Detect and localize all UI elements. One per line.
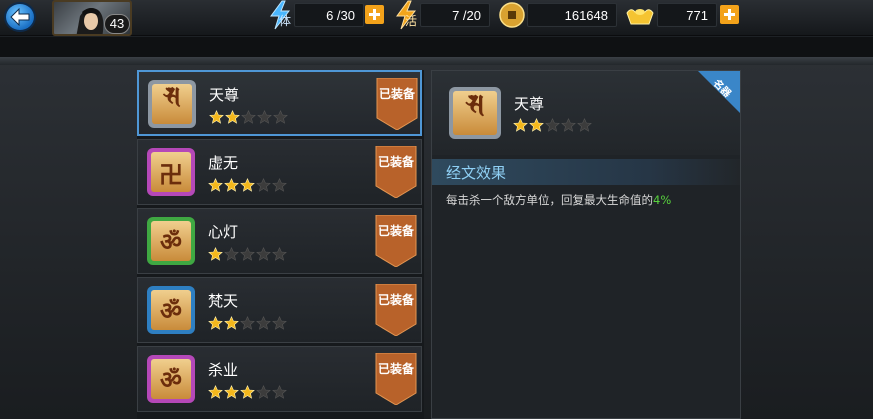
scripture-icon: ॐ <box>147 286 195 334</box>
equipped-ribbon: 已装备 <box>374 352 418 406</box>
star-filled-icon <box>208 178 223 192</box>
star-filled-icon <box>209 110 224 124</box>
star-empty-icon <box>256 178 271 192</box>
list-item[interactable]: 卍虚无 已装备 <box>137 139 422 205</box>
scripture-detail-panel: 𑖭 天尊 名器 经文效果 每击杀一个敌方单位，回复最大生命值的4% <box>431 70 741 419</box>
star-empty-icon <box>272 247 287 261</box>
plus-icon <box>724 9 735 20</box>
back-button[interactable] <box>4 2 36 32</box>
energy-value: 7 /20 <box>420 3 490 27</box>
scripture-glyph-icon: 𑖭 <box>152 81 192 124</box>
star-filled-icon <box>240 178 255 192</box>
stamina-label: 体 <box>279 14 292 28</box>
plus-icon <box>369 9 380 20</box>
item-name: 杀业 <box>208 361 239 379</box>
detail-star-rating <box>513 118 592 132</box>
star-rating <box>208 316 287 330</box>
scripture-glyph-icon: 卍 <box>151 152 191 192</box>
header-divider <box>0 37 873 57</box>
star-filled-icon <box>224 178 239 192</box>
gold-add-button[interactable] <box>720 5 739 24</box>
item-name: 虚无 <box>208 154 239 172</box>
equipped-ribbon: 已装备 <box>375 77 419 131</box>
coin-icon <box>499 2 525 28</box>
star-empty-icon <box>272 178 287 192</box>
scripture-glyph-icon: 𑖭 <box>453 90 497 135</box>
star-empty-icon <box>240 247 255 261</box>
equipped-ribbon: 已装备 <box>374 145 418 199</box>
detail-header: 𑖭 天尊 <box>432 71 740 155</box>
equipped-label: 已装备 <box>377 224 414 238</box>
item-name: 天尊 <box>209 86 240 104</box>
star-empty-icon <box>273 110 288 124</box>
detail-name: 天尊 <box>514 95 545 113</box>
scripture-glyph-icon: ॐ <box>151 359 191 399</box>
equipped-label: 已装备 <box>377 155 414 169</box>
stamina-text: 6 /30 <box>326 7 355 23</box>
star-filled-icon <box>208 247 223 261</box>
detail-scripture-icon: 𑖭 <box>449 87 501 139</box>
equipped-label: 已装备 <box>377 362 414 376</box>
stamina-value: 6 /30 <box>294 3 364 27</box>
effect-text: 每击杀一个敌方单位，回复最大生命值的 <box>446 193 653 207</box>
star-filled-icon <box>224 316 239 330</box>
scripture-icon: 卍 <box>147 148 195 196</box>
star-rating <box>208 247 287 261</box>
scripture-icon: ॐ <box>147 355 195 403</box>
star-empty-icon <box>256 316 271 330</box>
star-filled-icon <box>208 385 223 399</box>
scripture-icon: ॐ <box>147 217 195 265</box>
star-empty-icon <box>256 247 271 261</box>
gold-ingot-icon <box>626 9 654 25</box>
star-rating <box>208 385 287 399</box>
effect-header: 经文效果 <box>432 159 740 185</box>
star-empty-icon <box>577 118 592 132</box>
coin-value: 161648 <box>527 3 617 27</box>
energy-text: 7 /20 <box>452 7 481 23</box>
equipped-label: 已装备 <box>377 293 414 307</box>
star-filled-icon <box>529 118 544 132</box>
star-filled-icon <box>208 316 223 330</box>
top-bar: 43 体 6 /30 活 7 /20 161648 771 <box>0 0 873 36</box>
gold-text: 771 <box>686 7 708 23</box>
star-empty-icon <box>257 110 272 124</box>
effect-title: 经文效果 <box>446 164 507 182</box>
scripture-glyph-icon: ॐ <box>151 290 191 330</box>
energy-label: 活 <box>405 14 418 28</box>
star-rating <box>209 110 288 124</box>
gold-value: 771 <box>657 3 717 27</box>
scripture-icon: 𑖭 <box>148 80 196 128</box>
star-empty-icon <box>224 247 239 261</box>
scripture-list[interactable]: 𑖭 天尊 已装备卍虚无 已装备 ॐ 心灯 已装备 ॐ 梵天 已装备 ॐ 杀业 已装备 <box>137 70 424 419</box>
star-empty-icon <box>272 316 287 330</box>
star-empty-icon <box>256 385 271 399</box>
effect-value: 4% <box>653 193 672 207</box>
equipped-label: 已装备 <box>378 87 415 101</box>
coin-text: 161648 <box>564 7 608 23</box>
level-badge: 43 <box>104 14 130 34</box>
back-arrow-icon <box>10 8 30 26</box>
effect-description: 每击杀一个敌方单位，回复最大生命值的4% <box>446 192 671 208</box>
star-empty-icon <box>272 385 287 399</box>
star-empty-icon <box>561 118 576 132</box>
star-empty-icon <box>545 118 560 132</box>
list-item[interactable]: ॐ 心灯 已装备 <box>137 208 422 274</box>
scripture-glyph-icon: ॐ <box>151 221 191 261</box>
star-filled-icon <box>513 118 528 132</box>
list-item[interactable]: ॐ 梵天 已装备 <box>137 277 422 343</box>
star-filled-icon <box>240 385 255 399</box>
list-item[interactable]: 𑖭 天尊 已装备 <box>137 70 422 136</box>
star-empty-icon <box>240 316 255 330</box>
star-filled-icon <box>225 110 240 124</box>
item-name: 心灯 <box>208 223 239 241</box>
equipped-ribbon: 已装备 <box>374 283 418 337</box>
equipped-ribbon: 已装备 <box>374 214 418 268</box>
item-name: 梵天 <box>208 292 239 310</box>
star-empty-icon <box>241 110 256 124</box>
list-item[interactable]: ॐ 杀业 已装备 <box>137 346 422 412</box>
star-rating <box>208 178 287 192</box>
star-filled-icon <box>224 385 239 399</box>
stamina-add-button[interactable] <box>365 5 384 24</box>
corner-badge: 名器 <box>698 71 740 113</box>
